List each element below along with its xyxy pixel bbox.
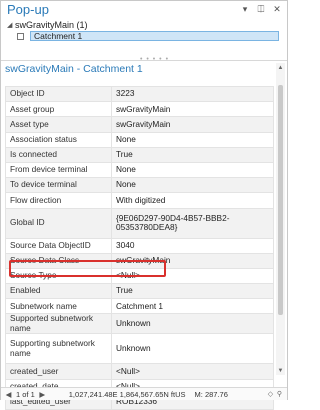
attribute-key: Enabled bbox=[5, 283, 112, 300]
attribute-key: Source Data Class bbox=[5, 252, 112, 269]
feature-navigator: ◀ 1 of 1 ▶ bbox=[4, 390, 47, 399]
attribute-value: swGravityMain bbox=[111, 101, 274, 118]
attribute-row: Source Type <Null> bbox=[5, 267, 274, 285]
pane-titlebar: Pop-up ▾ ⎅ ✕ bbox=[1, 1, 287, 18]
attribute-value: None bbox=[111, 177, 274, 194]
attribute-key: Global ID bbox=[5, 207, 112, 239]
scroll-thumb[interactable] bbox=[278, 85, 283, 315]
status-tools: ◇ ⚲ bbox=[266, 390, 284, 398]
close-icon[interactable]: ✕ bbox=[271, 4, 283, 16]
attribute-value: <Null> bbox=[111, 267, 274, 285]
vertical-scrollbar[interactable]: ▲ ▼ bbox=[276, 63, 285, 375]
splitter[interactable] bbox=[1, 60, 287, 61]
attribute-value: swGravityMain bbox=[111, 116, 274, 133]
attribute-value: True bbox=[111, 283, 274, 300]
attribute-value: <Null> bbox=[111, 363, 274, 380]
attribute-key: Asset type bbox=[5, 116, 112, 133]
attribute-value: Unknown bbox=[111, 313, 274, 335]
attribute-key: Subnetwork name bbox=[5, 298, 112, 315]
status-bar: ◀ 1 of 1 ▶ 1,027,241.48E 1,864,567.65N f… bbox=[1, 387, 287, 400]
attribute-row: From device terminal None bbox=[5, 161, 274, 179]
next-icon[interactable]: ▶ bbox=[38, 390, 47, 399]
attribute-row: Subnetwork name Catchment 1 bbox=[5, 298, 274, 315]
attribute-key: Asset group bbox=[5, 101, 112, 118]
scroll-up-icon[interactable]: ▲ bbox=[276, 63, 285, 72]
attribute-row: Supporting subnetwork name Unknown bbox=[5, 333, 274, 365]
attribute-key: Object ID bbox=[5, 85, 112, 103]
attribute-row: To device terminal None bbox=[5, 177, 274, 194]
selected-feature[interactable]: Catchment 1 bbox=[30, 31, 279, 41]
attribute-row: created_user <Null> bbox=[5, 363, 274, 380]
page-indicator: 1 of 1 bbox=[16, 389, 35, 399]
previous-icon[interactable]: ◀ bbox=[4, 390, 13, 399]
attribute-key: To device terminal bbox=[5, 177, 112, 194]
attribute-value: swGravityMain bbox=[111, 252, 274, 269]
attribute-key: Supporting subnetwork name bbox=[5, 333, 112, 365]
attribute-value: With digitized bbox=[111, 192, 274, 209]
attribute-row: Object ID 3223 bbox=[5, 85, 274, 103]
attribute-key: Association status bbox=[5, 131, 112, 148]
attribute-key: From device terminal bbox=[5, 161, 112, 179]
attribute-key: Is connected bbox=[5, 146, 112, 163]
attribute-value: 3040 bbox=[111, 237, 274, 254]
pane-title: Pop-up bbox=[7, 2, 49, 17]
attribute-row: Enabled True bbox=[5, 283, 274, 300]
attribute-key: created_user bbox=[5, 363, 112, 380]
attribute-key: Supported subnetwork name bbox=[5, 313, 112, 335]
attribute-row: Flow direction With digitized bbox=[5, 192, 274, 209]
attribute-key: Source Type bbox=[5, 267, 112, 285]
attribute-table: Object ID 3223 Asset group swGravityMain Ass… bbox=[5, 85, 274, 410]
feature-tree: ◢ swGravityMain (1) Catchment 1 bbox=[1, 19, 287, 43]
attribute-key: Source Data ObjectID bbox=[5, 237, 112, 254]
attribute-value: Unknown bbox=[111, 333, 274, 365]
attribute-row: Is connected True bbox=[5, 146, 274, 163]
tree-layer-label: swGravityMain (1) bbox=[15, 19, 88, 30]
tree-layer-node[interactable]: ◢ swGravityMain (1) bbox=[7, 19, 88, 30]
attribute-row: Association status None bbox=[5, 131, 274, 148]
attribute-value: None bbox=[111, 131, 274, 148]
attribute-value: Catchment 1 bbox=[111, 298, 274, 315]
coordinate-readout: 1,027,241.48E 1,864,567.65N ftUS bbox=[68, 389, 186, 399]
chevron-down-icon[interactable]: ▾ bbox=[239, 4, 251, 16]
tree-feature-node[interactable]: Catchment 1 bbox=[17, 31, 279, 41]
attribute-row: Global ID {9E06D297-90D4-4B57-BBB2-053537… bbox=[5, 207, 274, 239]
attribute-row: Asset type swGravityMain bbox=[5, 116, 274, 133]
popup-pane: Pop-up ▾ ⎅ ✕ ◢ swGravityMain (1) Catchme… bbox=[0, 0, 288, 410]
title-controls: ▾ ⎅ ✕ bbox=[235, 4, 283, 16]
attribute-value: 3223 bbox=[111, 85, 274, 103]
popup-heading: swGravityMain - Catchment 1 bbox=[5, 63, 143, 75]
attribute-row: Asset group swGravityMain bbox=[5, 101, 274, 118]
attribute-row: Source Data ObjectID 3040 bbox=[5, 237, 274, 254]
attribute-value: True bbox=[111, 146, 274, 163]
search-icon[interactable]: ⚲ bbox=[275, 390, 284, 398]
feature-icon bbox=[17, 32, 24, 40]
attribute-value: {9E06D297-90D4-4B57-BBB2-05353780DEA8} bbox=[111, 207, 274, 239]
collapse-caret-icon[interactable]: ◢ bbox=[7, 21, 15, 29]
attribute-row: Source Data Class swGravityMain bbox=[5, 252, 274, 269]
zoom-to-icon[interactable]: ◇ bbox=[266, 390, 275, 398]
scroll-down-icon[interactable]: ▼ bbox=[276, 366, 285, 375]
attribute-row: Supported subnetwork name Unknown bbox=[5, 313, 274, 335]
pin-icon[interactable]: ⎅ bbox=[255, 4, 267, 16]
scale-readout: M: 287.76 bbox=[194, 389, 228, 399]
attribute-key: Flow direction bbox=[5, 192, 112, 209]
attribute-value: None bbox=[111, 161, 274, 179]
tree-feature-label: Catchment 1 bbox=[34, 31, 83, 41]
